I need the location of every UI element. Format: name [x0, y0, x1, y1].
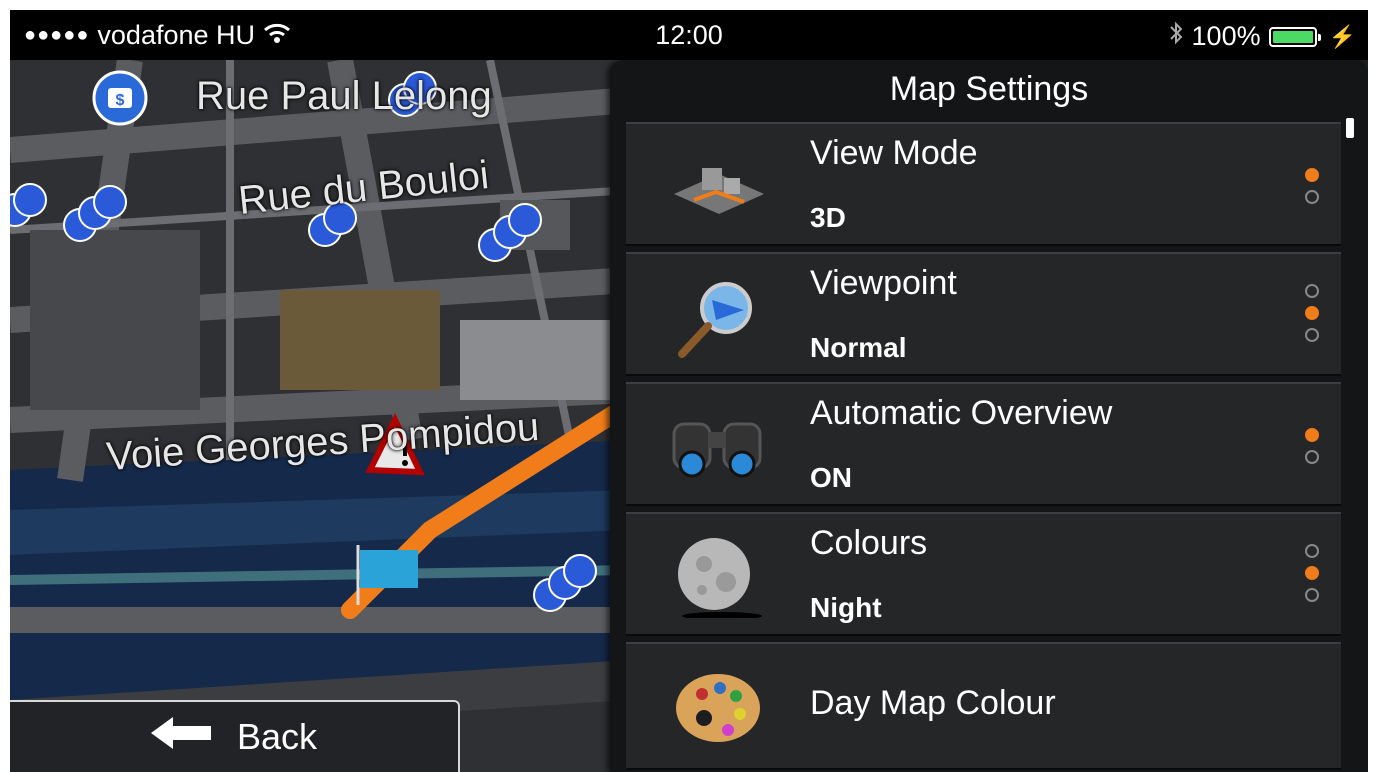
map-settings-panel: Map Settings View Mode 3D Viewpoint Norm… — [610, 60, 1368, 772]
option-indicator — [1305, 428, 1319, 464]
option-indicator — [1305, 544, 1319, 602]
setting-value: 3D — [810, 202, 846, 233]
setting-colours[interactable]: Colours Night — [626, 512, 1341, 636]
app-screen: ●●●●● vodafone HU 12:00 100% ⚡ $ Rue Pau… — [10, 10, 1368, 772]
setting-value: Night — [810, 592, 882, 623]
setting-viewpoint[interactable]: Viewpoint Normal — [626, 252, 1341, 376]
setting-value: ON — [810, 462, 852, 493]
setting-label: Automatic Overview — [810, 394, 1113, 432]
palette-icon — [664, 664, 774, 748]
option-dot-selected — [1305, 428, 1319, 442]
option-dot — [1305, 284, 1319, 298]
status-bar: ●●●●● vodafone HU 12:00 100% ⚡ — [10, 10, 1368, 60]
setting-automatic-overview[interactable]: Automatic Overview ON — [626, 382, 1341, 506]
binoculars-icon — [664, 404, 774, 488]
battery-percent: 100% — [1191, 21, 1261, 51]
street-label: Rue Paul Lelong — [196, 74, 492, 118]
back-label: Back — [236, 716, 318, 757]
battery-icon — [1268, 26, 1321, 47]
setting-label: Day Map Colour — [810, 684, 1056, 722]
option-dot-selected — [1305, 306, 1319, 320]
option-indicator — [1305, 284, 1319, 342]
moon-icon — [664, 534, 774, 620]
view-mode-icon — [664, 144, 774, 228]
panel-title: Map Settings — [889, 70, 1089, 108]
setting-value: Normal — [810, 332, 907, 363]
scrollbar[interactable] — [1346, 118, 1354, 138]
option-dot — [1305, 588, 1319, 602]
svg-text:$: $ — [116, 92, 125, 109]
magnifier-icon — [664, 274, 774, 358]
map-view[interactable]: $ Rue Paul Lelong Rue du Bouloi Voie Geo… — [10, 60, 630, 772]
clock: 12:00 — [655, 20, 723, 50]
option-dot-selected — [1305, 566, 1319, 580]
setting-view-mode[interactable]: View Mode 3D — [626, 122, 1341, 246]
setting-label: Viewpoint — [810, 264, 957, 302]
setting-label: Colours — [810, 524, 928, 562]
option-dot — [1305, 190, 1319, 204]
bluetooth-icon — [1168, 20, 1184, 53]
option-dot — [1305, 328, 1319, 342]
option-dot-selected — [1305, 168, 1319, 182]
charging-icon: ⚡ — [1328, 23, 1356, 49]
back-button[interactable]: Back — [10, 700, 460, 772]
setting-label: View Mode — [810, 134, 978, 172]
option-dot — [1305, 544, 1319, 558]
option-dot — [1305, 450, 1319, 464]
setting-day-map-colour[interactable]: Day Map Colour — [626, 642, 1341, 770]
arrow-left-icon — [150, 716, 211, 758]
option-indicator — [1305, 168, 1319, 204]
